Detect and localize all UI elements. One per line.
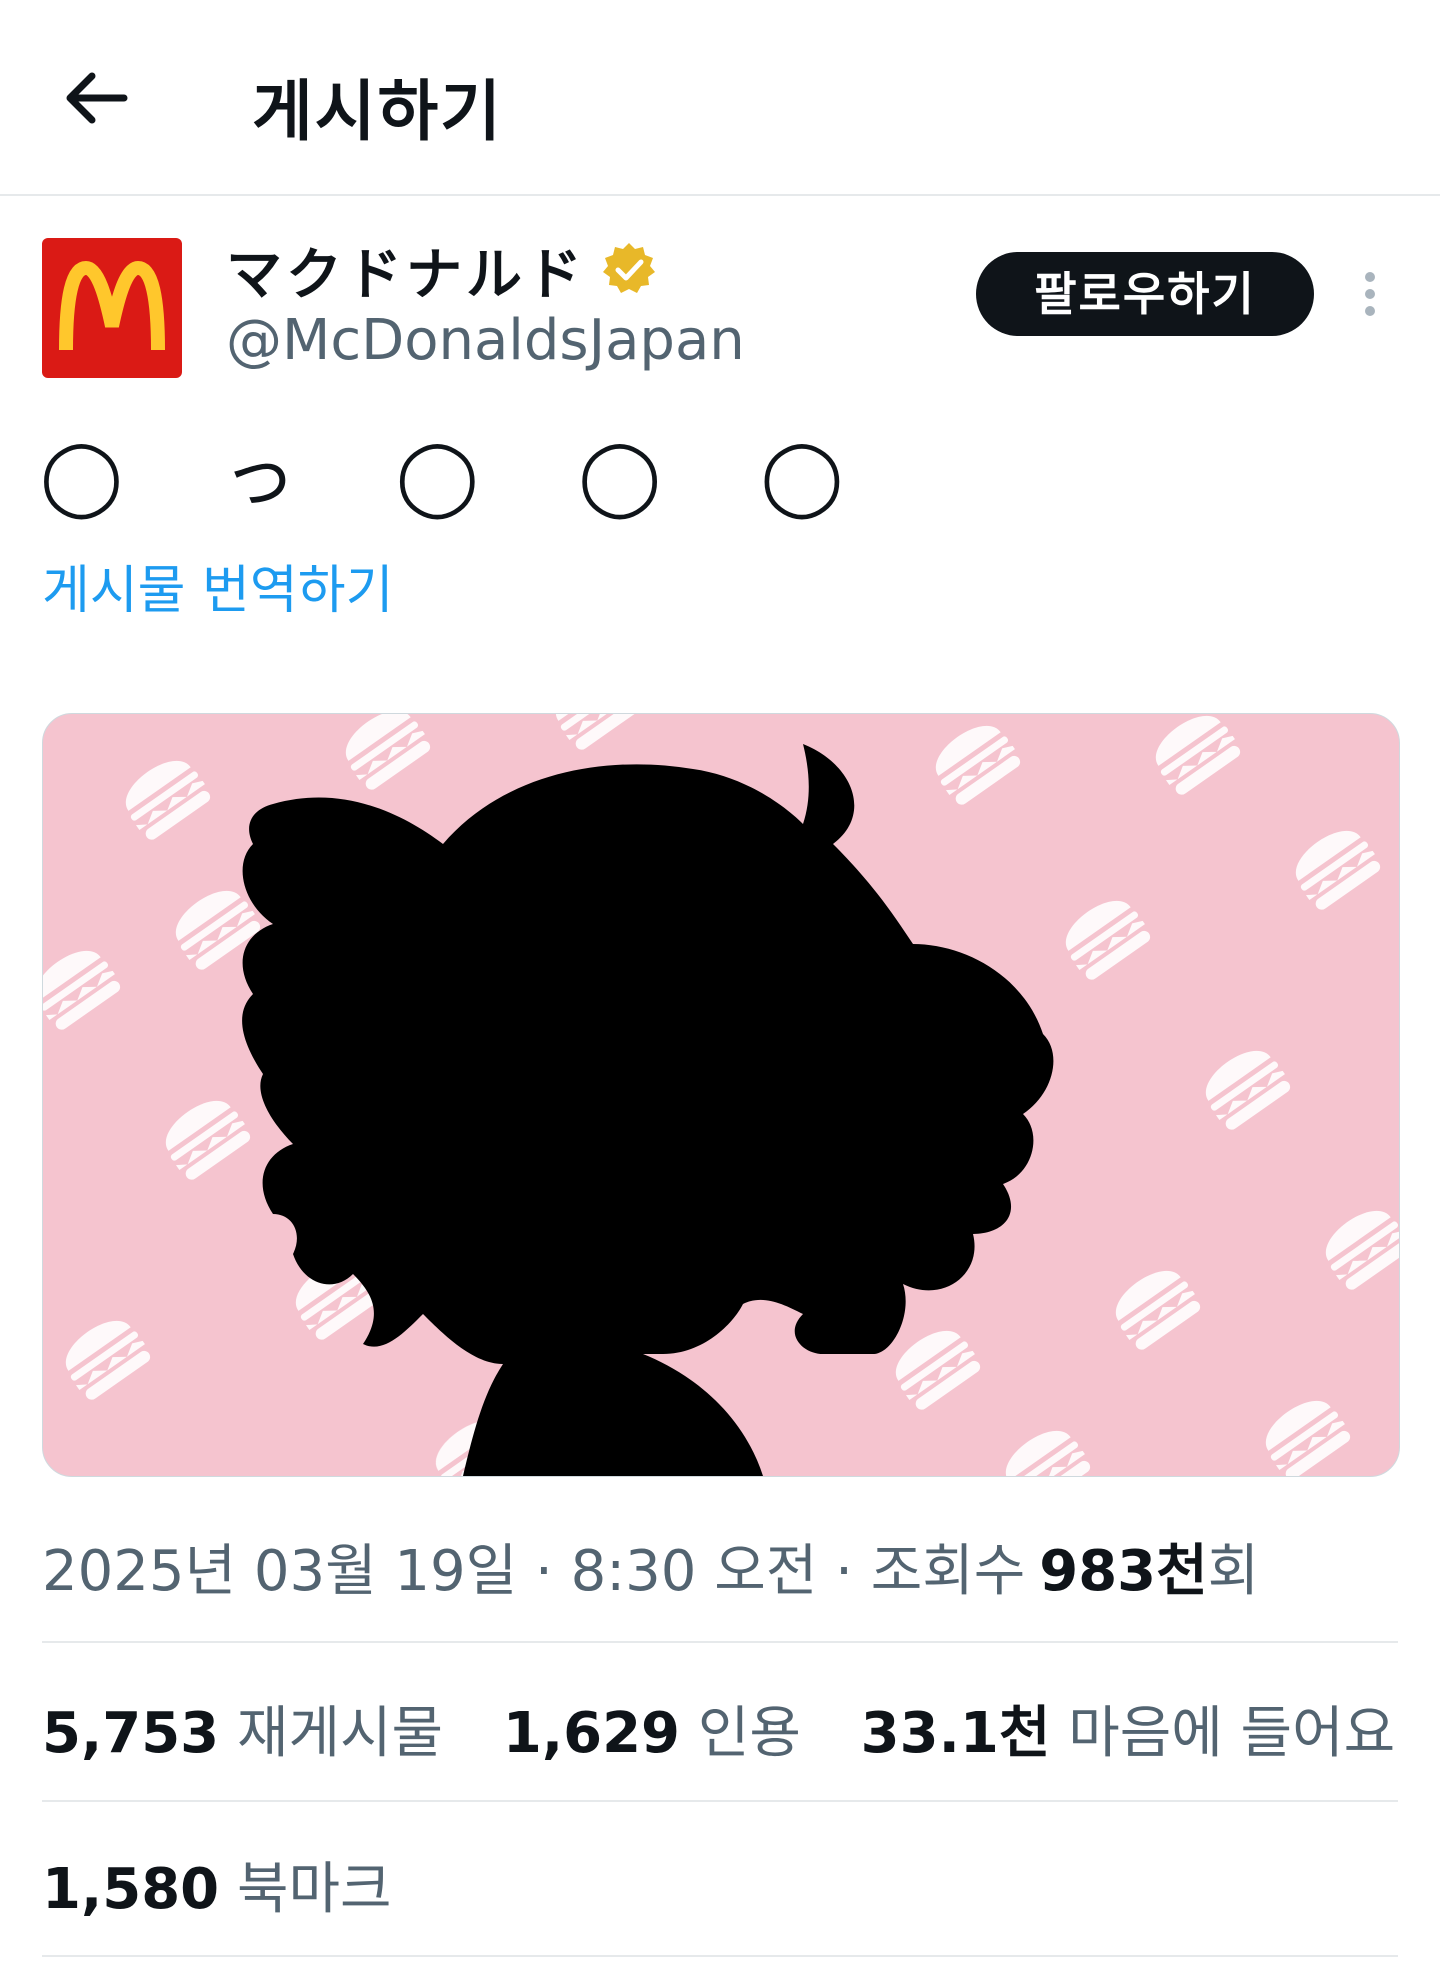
meta-separator: · <box>535 1539 553 1604</box>
reposts-label: 재게시물 <box>236 1701 444 1766</box>
translate-post-link[interactable]: 게시물 번역하기 <box>42 548 393 623</box>
quotes-label: 인용 <box>697 1701 801 1766</box>
divider <box>42 1955 1398 1957</box>
views-suffix: 회 <box>1207 1539 1260 1604</box>
divider <box>42 1641 1398 1643</box>
reposts-count: 5,753 <box>42 1701 220 1766</box>
likes-stat[interactable]: 33.1천 마음에 들어요 <box>861 1701 1395 1766</box>
bookmarks-label: 북마크 <box>236 1857 392 1922</box>
bookmarks-stat[interactable]: 1,580 북마크 <box>42 1844 392 1925</box>
silhouette-image <box>43 714 1399 1476</box>
quotes-count: 1,629 <box>502 1701 680 1766</box>
more-options-button[interactable] <box>1356 268 1386 320</box>
bookmarks-count: 1,580 <box>42 1857 220 1922</box>
author-handle[interactable]: @McDonaldsJapan <box>226 308 745 373</box>
follow-button[interactable]: 팔로우하기 <box>976 252 1314 336</box>
likes-count: 33.1천 <box>860 1701 1051 1766</box>
engagement-stats: 5,753 재게시물 1,629 인용 33.1천 마음에 들어요 <box>42 1688 1437 1769</box>
reposts-stat[interactable]: 5,753 재게시물 <box>42 1701 461 1766</box>
views-label: 조회수 <box>870 1539 1026 1604</box>
arrow-left-icon <box>66 72 128 124</box>
mcdonalds-logo-icon <box>59 260 165 351</box>
post-time[interactable]: 8:30 오전 <box>571 1539 818 1604</box>
verified-badge-icon <box>603 243 655 293</box>
likes-label: 마음에 들어요 <box>1068 1701 1396 1766</box>
page-title: 게시하기 <box>252 73 503 150</box>
back-button[interactable] <box>62 68 132 128</box>
post-text: ◯ っ ◯ ◯ ◯ <box>40 433 882 519</box>
divider <box>42 1800 1398 1802</box>
views-count: 983천 <box>1039 1539 1208 1604</box>
top-bar: 게시하기 <box>0 0 1440 196</box>
post-meta: 2025년 03월 19일 · 8:30 오전 · 조회수 983천회 <box>42 1526 1259 1607</box>
avatar[interactable] <box>42 238 182 378</box>
more-vertical-icon <box>1365 272 1375 282</box>
quotes-stat[interactable]: 1,629 인용 <box>503 1701 819 1766</box>
post-image[interactable] <box>42 713 1400 1477</box>
author-display-name[interactable]: マクドナルド <box>226 230 586 311</box>
post-date: 2025년 03월 19일 <box>42 1539 518 1604</box>
meta-separator: · <box>835 1539 853 1604</box>
